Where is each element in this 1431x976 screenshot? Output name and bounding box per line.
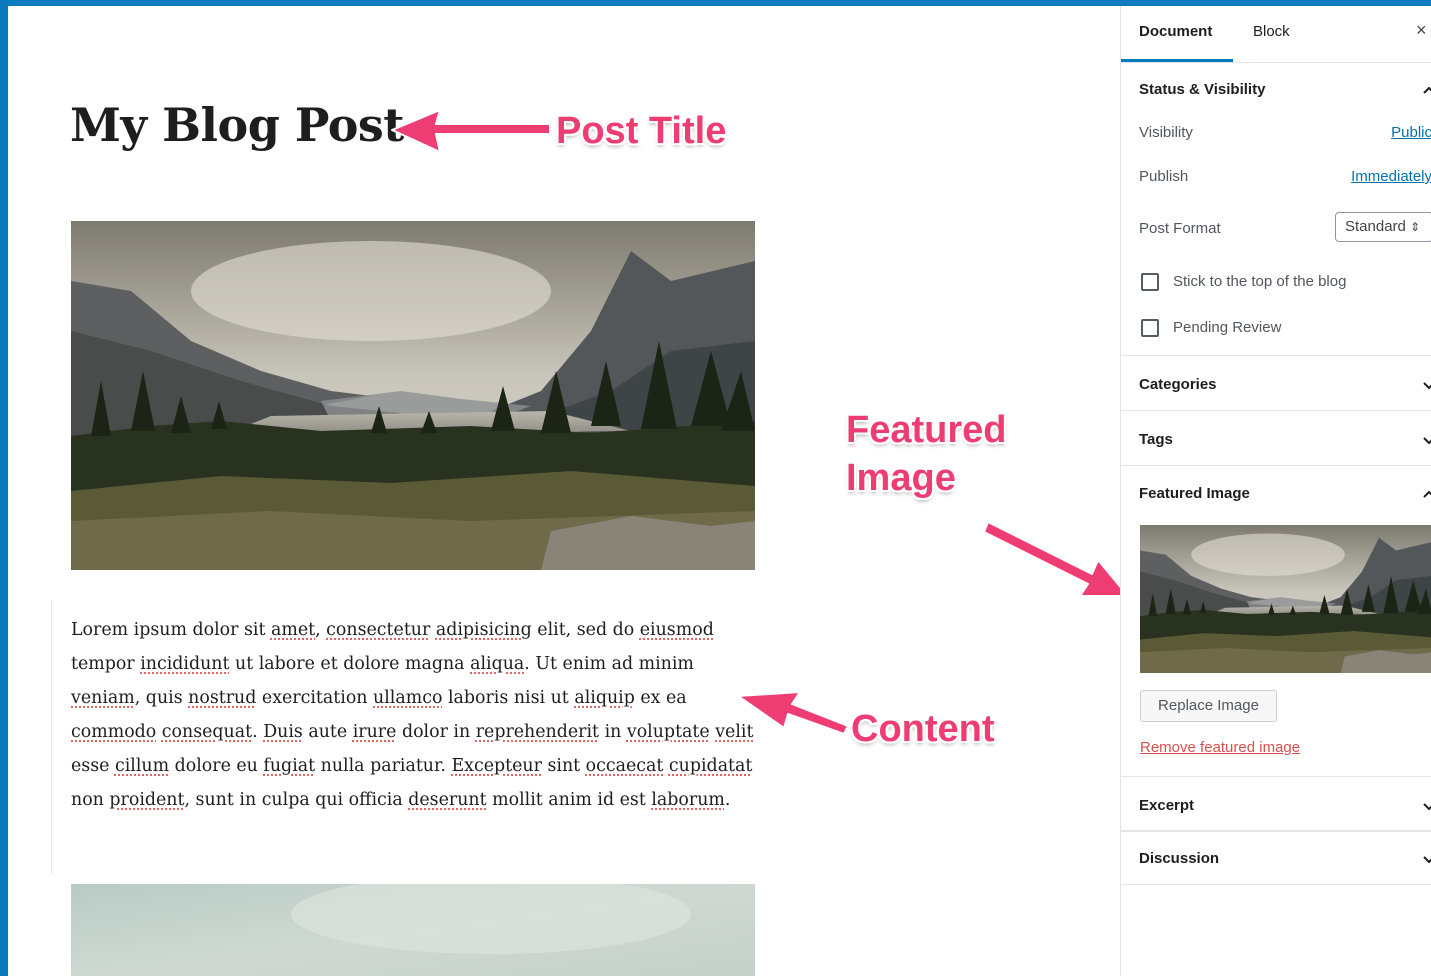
post-format-select[interactable]: Standard ⇕: [1335, 212, 1431, 242]
sidebar-tabs: Document Block ×: [1121, 6, 1431, 63]
chevron-down-icon[interactable]: [1422, 799, 1431, 813]
replace-image-button[interactable]: Replace Image: [1140, 690, 1277, 722]
divider: [1121, 355, 1431, 356]
sticky-checkbox[interactable]: [1141, 273, 1159, 291]
post-format-label: Post Format: [1139, 220, 1221, 237]
active-tab-indicator: [1121, 59, 1233, 62]
close-icon[interactable]: ×: [1416, 20, 1427, 41]
settings-sidebar: Document Block × Status & Visibility Vis…: [1120, 6, 1431, 976]
featured-image-thumbnail[interactable]: [1140, 525, 1431, 673]
select-arrows-icon: ⇕: [1410, 220, 1420, 234]
panel-discussion[interactable]: Discussion: [1139, 850, 1219, 867]
publish-link[interactable]: Immediately: [1351, 168, 1431, 185]
visibility-link[interactable]: Public: [1391, 124, 1431, 141]
divider: [1121, 410, 1431, 411]
panel-excerpt[interactable]: Excerpt: [1139, 797, 1194, 814]
annotation-featured-image: Featured Image: [846, 406, 1046, 502]
publish-label: Publish: [1139, 168, 1188, 185]
annotation-featured-line1: Featured: [846, 406, 1046, 454]
divider: [1121, 776, 1431, 777]
image-block[interactable]: [71, 884, 755, 976]
tab-document[interactable]: Document: [1139, 23, 1212, 40]
post-format-value: Standard: [1345, 218, 1406, 235]
post-title[interactable]: My Blog Post: [70, 98, 404, 152]
panel-categories[interactable]: Categories: [1139, 376, 1217, 393]
chevron-up-icon[interactable]: [1422, 83, 1431, 97]
featured-image-block[interactable]: [71, 221, 755, 570]
panel-featured-image[interactable]: Featured Image: [1139, 485, 1250, 502]
visibility-label: Visibility: [1139, 124, 1193, 141]
chevron-down-icon[interactable]: [1422, 433, 1431, 447]
panel-tags[interactable]: Tags: [1139, 431, 1173, 448]
divider: [1121, 830, 1431, 832]
sticky-label[interactable]: Stick to the top of the blog: [1173, 273, 1346, 290]
annotation-featured-line2: Image: [846, 454, 1046, 502]
panel-status-visibility[interactable]: Status & Visibility: [1139, 81, 1265, 98]
chevron-up-icon[interactable]: [1422, 487, 1431, 501]
remove-featured-image-link[interactable]: Remove featured image: [1140, 739, 1300, 756]
annotation-content: Content: [851, 708, 995, 751]
post-content[interactable]: Lorem ipsum dolor sit amet, consectetur …: [71, 613, 761, 817]
paragraph-block[interactable]: Lorem ipsum dolor sit amet, consectetur …: [51, 600, 772, 874]
chevron-down-icon[interactable]: [1422, 378, 1431, 392]
pending-review-checkbox[interactable]: [1141, 319, 1159, 337]
annotation-post-title: Post Title: [556, 110, 726, 153]
chevron-down-icon[interactable]: [1422, 852, 1431, 866]
divider: [1121, 884, 1431, 885]
tab-block[interactable]: Block: [1253, 23, 1290, 40]
pending-review-label[interactable]: Pending Review: [1173, 319, 1281, 336]
divider: [1121, 465, 1431, 466]
